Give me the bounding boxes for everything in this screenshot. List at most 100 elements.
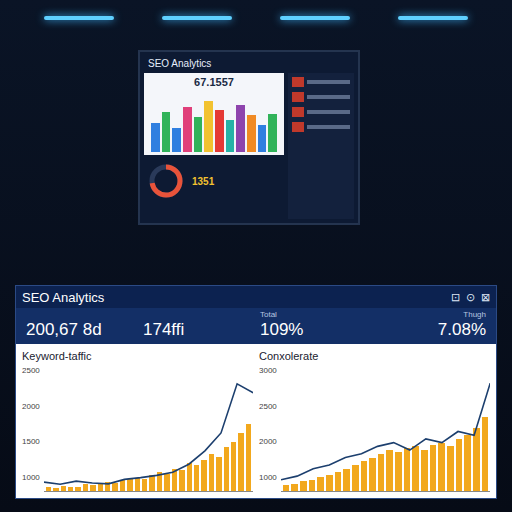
chart-bar bbox=[309, 480, 316, 491]
monitor-bar bbox=[183, 107, 192, 152]
ceiling-light bbox=[280, 16, 350, 20]
y-tick: 2000 bbox=[259, 437, 277, 446]
chart-bar bbox=[404, 448, 411, 491]
chart-bar bbox=[438, 443, 445, 491]
stat-label: Total bbox=[260, 310, 369, 320]
stat-value: 174ffi bbox=[143, 320, 252, 340]
trend-line bbox=[44, 366, 253, 491]
chart-bar bbox=[335, 472, 342, 491]
stat-value: 200,67 8d bbox=[26, 320, 135, 340]
monitor-title: SEO Analytics bbox=[144, 56, 354, 73]
office-scene: SEO Analytics 67.1557 1351 bbox=[0, 0, 512, 285]
chart-bar bbox=[291, 484, 298, 491]
chart-bar bbox=[179, 470, 184, 491]
chart-bar bbox=[300, 481, 307, 491]
ceiling-light bbox=[44, 16, 114, 20]
chart-bar bbox=[464, 435, 471, 491]
monitor-bar bbox=[194, 117, 203, 152]
monitor-bar bbox=[247, 115, 256, 152]
stat-value: 7.08% bbox=[438, 320, 486, 340]
charts-area: Keyword-taffic 2500 2000 1500 1000 Conxoler… bbox=[16, 344, 496, 498]
chart-bar bbox=[120, 480, 125, 491]
chart-bar bbox=[231, 442, 236, 491]
chart-title: Conxolerate bbox=[259, 350, 490, 366]
y-tick: 2500 bbox=[22, 366, 40, 375]
stat: 200,67 8d bbox=[26, 310, 135, 340]
chart-bar bbox=[283, 485, 290, 491]
y-tick: 1500 bbox=[22, 437, 40, 446]
stat: Thugh 7.08% bbox=[377, 310, 486, 340]
chart-bar bbox=[127, 479, 132, 491]
chart-bar bbox=[149, 475, 154, 491]
chart-bar bbox=[209, 454, 214, 491]
chart-bar bbox=[430, 445, 437, 492]
title-bar: SEO Analytics ⊡ ⊙ ⊠ bbox=[16, 286, 496, 308]
window-title: SEO Analytics bbox=[22, 290, 104, 305]
chart-bar bbox=[224, 447, 229, 491]
y-tick: 2500 bbox=[259, 402, 277, 411]
chart-bar bbox=[61, 486, 66, 491]
ceiling-lights bbox=[0, 0, 512, 20]
monitor-chart: 67.1557 bbox=[144, 73, 284, 155]
chart-bar bbox=[187, 463, 192, 491]
stat-label bbox=[143, 310, 252, 320]
y-axis: 3000250020001000 bbox=[259, 366, 277, 492]
monitor-list-item bbox=[292, 107, 350, 117]
chart-bar bbox=[395, 452, 402, 491]
monitor-bar bbox=[151, 123, 160, 152]
chart-bar bbox=[164, 474, 169, 491]
chart-bar bbox=[142, 479, 147, 492]
page: SEO Analytics 67.1557 1351 SEO Analytics… bbox=[0, 0, 512, 512]
y-tick: 1000 bbox=[22, 473, 40, 482]
chart-bar bbox=[482, 417, 489, 491]
y-tick: 2000 bbox=[22, 402, 40, 411]
monitor-figure: 67.1557 bbox=[194, 76, 234, 88]
chart-bar bbox=[68, 487, 73, 491]
window-control[interactable]: ⊙ bbox=[466, 291, 475, 304]
stat: 174ffi bbox=[143, 310, 252, 340]
thumbnail-icon bbox=[292, 107, 304, 117]
monitor: SEO Analytics 67.1557 1351 bbox=[138, 50, 360, 225]
chart: Keyword-taffic 2500 2000 1500 1000 bbox=[22, 350, 253, 492]
chart-bar bbox=[473, 428, 480, 491]
y-axis: 2500 2000 1500 1000 bbox=[22, 366, 40, 492]
monitor-bar bbox=[172, 128, 181, 152]
analytics-window: SEO Analytics ⊡⊙⊠ 200,67 8d 174ffiTotal … bbox=[15, 285, 497, 499]
chart-bar bbox=[456, 439, 463, 491]
thumbnail-icon bbox=[292, 92, 304, 102]
chart-bar bbox=[201, 460, 206, 491]
monitor-bar bbox=[236, 105, 245, 152]
chart-bar bbox=[216, 457, 221, 491]
plot-area bbox=[44, 366, 253, 492]
chart-bar bbox=[135, 478, 140, 491]
window-control[interactable]: ⊠ bbox=[481, 291, 490, 304]
ceiling-light bbox=[162, 16, 232, 20]
chart-bar bbox=[75, 487, 80, 491]
window-control[interactable]: ⊡ bbox=[451, 291, 460, 304]
monitor-bar bbox=[258, 125, 267, 152]
chart-bar bbox=[53, 488, 58, 491]
chart-bar bbox=[352, 465, 359, 491]
chart-bar bbox=[369, 458, 376, 491]
stat-label: Thugh bbox=[463, 310, 486, 320]
chart: Conxolerate 3000250020001000 bbox=[259, 350, 490, 492]
monitor-dashboard: 67.1557 1351 bbox=[144, 73, 284, 219]
chart-bar bbox=[326, 475, 333, 491]
chart-bar bbox=[386, 450, 393, 491]
monitor-bar bbox=[162, 112, 171, 152]
chart-bar bbox=[112, 483, 117, 491]
monitor-bar bbox=[215, 110, 224, 152]
plot-area bbox=[281, 366, 490, 492]
thumbnail-icon bbox=[292, 122, 304, 132]
chart-title: Keyword-taffic bbox=[22, 350, 253, 366]
chart-bar bbox=[194, 465, 199, 491]
monitor-sidebar bbox=[288, 73, 354, 219]
chart-bar bbox=[90, 485, 95, 491]
chart-bar bbox=[246, 424, 251, 491]
monitor-bar bbox=[226, 120, 235, 152]
trend-line bbox=[281, 366, 490, 491]
chart-bar bbox=[421, 450, 428, 491]
chart-bar bbox=[378, 454, 385, 491]
stat-value: 109% bbox=[260, 320, 369, 340]
y-tick: 1000 bbox=[259, 473, 277, 482]
